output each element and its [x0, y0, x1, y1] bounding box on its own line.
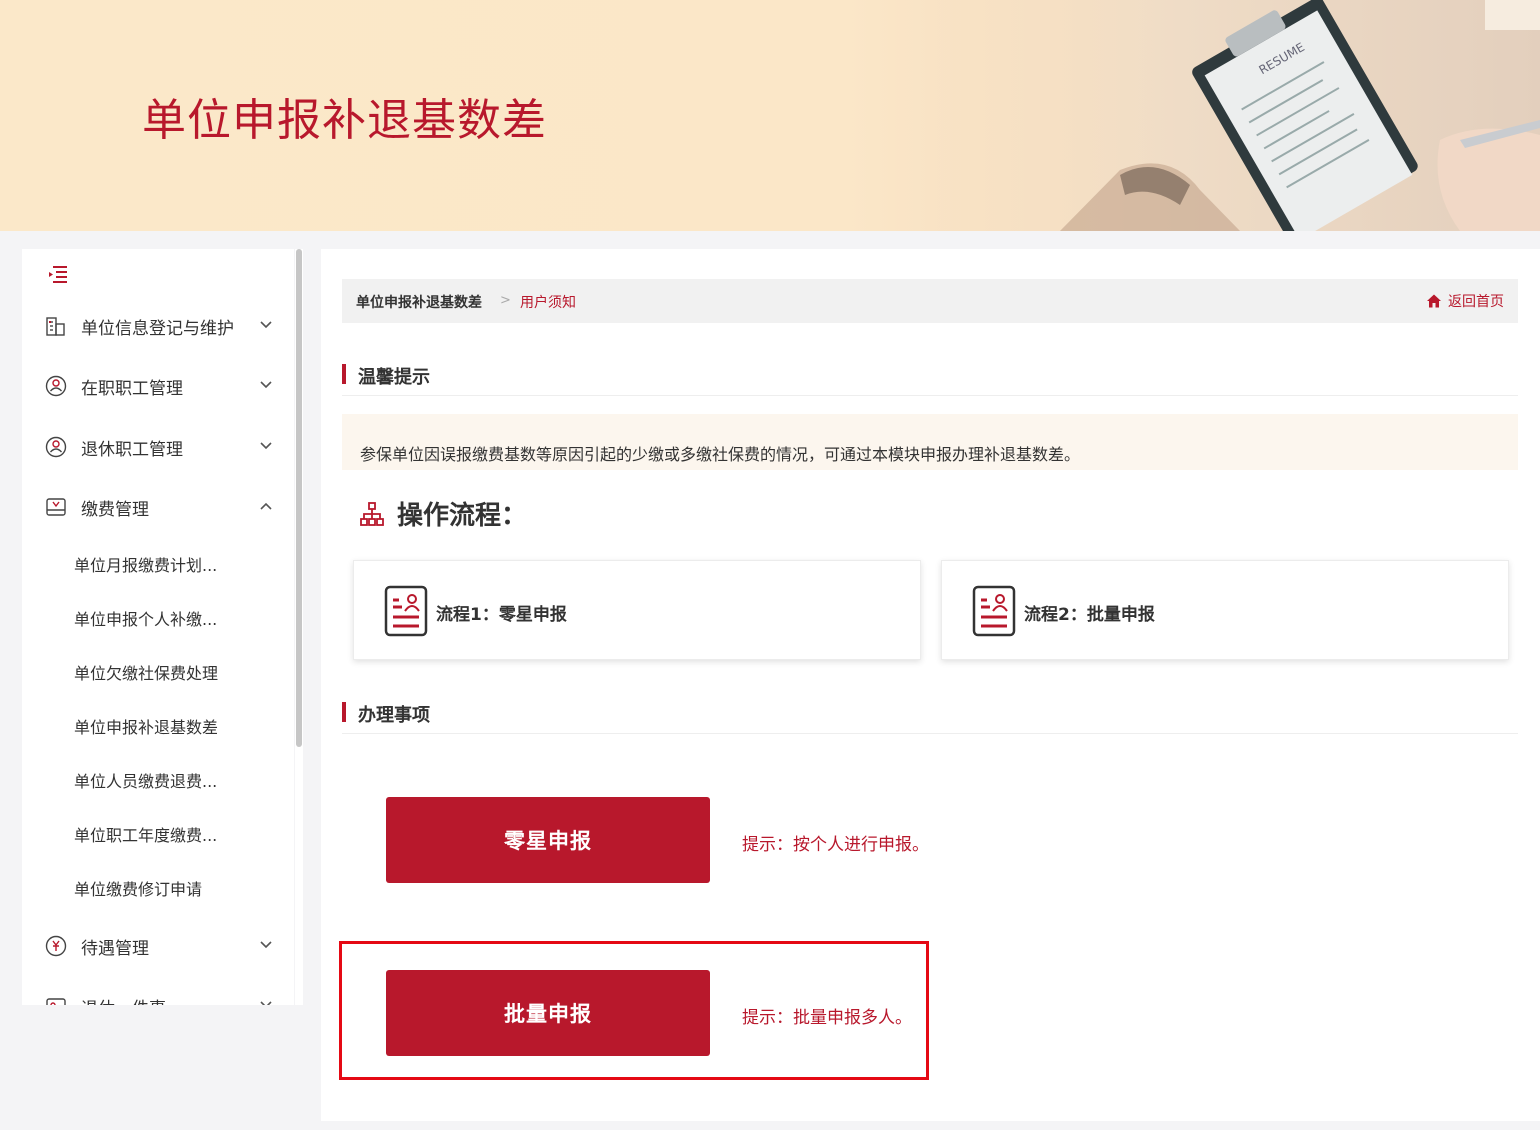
main-content: 单位申报补退基数差 > 用户须知 返回首页 温馨提示 参保单位因误报缴费基数等原…	[321, 249, 1540, 1121]
sidebar-item-benefits[interactable]: 待遇管理	[22, 926, 294, 966]
chevron-down-icon	[260, 321, 272, 329]
notice-section-title: 温馨提示	[342, 359, 1518, 396]
banner-title: 单位申报补退基数差	[142, 95, 547, 146]
sidebar-item-active-staff[interactable]: 在职职工管理	[22, 366, 294, 406]
payment-icon	[46, 498, 66, 516]
sidebar-item-label: 退休职工管理	[81, 439, 183, 460]
sidebar-item-label: 单位信息登记与维护	[81, 318, 234, 339]
sidebar-item-retirement[interactable]: 退休一件事	[22, 986, 294, 1005]
sidebar-scrollbar-thumb[interactable]	[296, 249, 302, 747]
chevron-down-icon	[260, 941, 272, 949]
process-step-label: 流程2：批量申报	[1024, 605, 1155, 625]
form-document-icon	[972, 585, 1016, 637]
batch-report-button[interactable]: 批量申报	[386, 970, 710, 1056]
sidebar-item-label: 在职职工管理	[81, 378, 183, 399]
process-title: 操作流程：	[397, 501, 528, 531]
chevron-down-icon	[260, 442, 272, 450]
breadcrumb-current: 用户须知	[520, 295, 576, 311]
chevron-down-icon	[260, 381, 272, 389]
sidebar-item-label: 待遇管理	[81, 938, 149, 959]
chevron-up-icon	[260, 502, 272, 510]
sidebar-item-label: 缴费管理	[81, 499, 149, 520]
section-title-text: 温馨提示	[358, 367, 430, 388]
sidebar-item-payment[interactable]: 缴费管理	[22, 487, 294, 527]
building-icon	[46, 317, 65, 336]
breadcrumb-item[interactable]: 单位申报补退基数差	[356, 292, 482, 312]
benefit-icon	[45, 935, 67, 957]
sidebar-subitem[interactable]: 单位缴费修订申请	[22, 868, 294, 908]
process-step-card[interactable]: 流程2：批量申报	[941, 560, 1509, 660]
sidebar: 单位信息登记与维护 在职职工管理 退休职工管理 缴费管理 单位月报缴费计划...…	[22, 249, 294, 1005]
home-link-label: 返回首页	[1448, 294, 1504, 310]
section-accent-bar	[342, 702, 346, 722]
sidebar-subitem[interactable]: 单位月报缴费计划...	[22, 544, 294, 584]
card-icon	[46, 998, 66, 1005]
sidebar-subitem[interactable]: 单位欠缴社保费处理	[22, 652, 294, 692]
process-step-label: 流程1：零星申报	[436, 605, 567, 625]
notice-box: 参保单位因误报缴费基数等原因引起的少缴或多缴社保费的情况，可通过本模块申报办理补…	[342, 414, 1518, 470]
sidebar-item-label: 退休一件事	[81, 994, 166, 1006]
sidebar-subitem[interactable]: 单位人员缴费退费...	[22, 760, 294, 800]
form-document-icon	[384, 585, 428, 637]
sidebar-item-retired-staff[interactable]: 退休职工管理	[22, 427, 294, 467]
sidebar-subitem-active[interactable]: 单位申报补退基数差	[22, 706, 294, 746]
breadcrumb-separator: >	[500, 293, 511, 308]
sidebar-subitem[interactable]: 单位职工年度缴费...	[22, 814, 294, 854]
tasks-section-title: 办理事项	[342, 697, 1518, 734]
section-accent-bar	[342, 364, 346, 384]
sidebar-subitem[interactable]: 单位申报个人补缴...	[22, 598, 294, 638]
sidebar-item-unit-info[interactable]: 单位信息登记与维护	[22, 306, 294, 346]
section-title-text: 办理事项	[358, 705, 430, 726]
process-step-card[interactable]: 流程1：零星申报	[353, 560, 921, 660]
notice-text: 参保单位因误报缴费基数等原因引起的少缴或多缴社保费的情况，可通过本模块申报办理补…	[360, 445, 1081, 464]
people-icon	[45, 375, 67, 397]
home-icon	[1427, 294, 1441, 308]
breadcrumb: 单位申报补退基数差 > 用户须知 返回首页	[342, 279, 1518, 323]
single-report-button[interactable]: 零星申报	[386, 797, 710, 883]
batch-report-hint: 提示：批量申报多人。	[742, 1008, 912, 1028]
org-chart-icon	[360, 501, 384, 526]
chevron-down-icon	[260, 1001, 272, 1005]
home-link[interactable]: 返回首页	[1426, 291, 1504, 311]
menu-collapse-icon[interactable]	[47, 264, 69, 284]
single-report-hint: 提示：按个人进行申报。	[742, 835, 929, 855]
page-banner: 单位申报补退基数差 RESUME	[0, 0, 1540, 231]
people-icon	[45, 436, 67, 458]
process-heading: 操作流程：	[359, 495, 527, 532]
banner-illustration: RESUME	[940, 0, 1540, 231]
